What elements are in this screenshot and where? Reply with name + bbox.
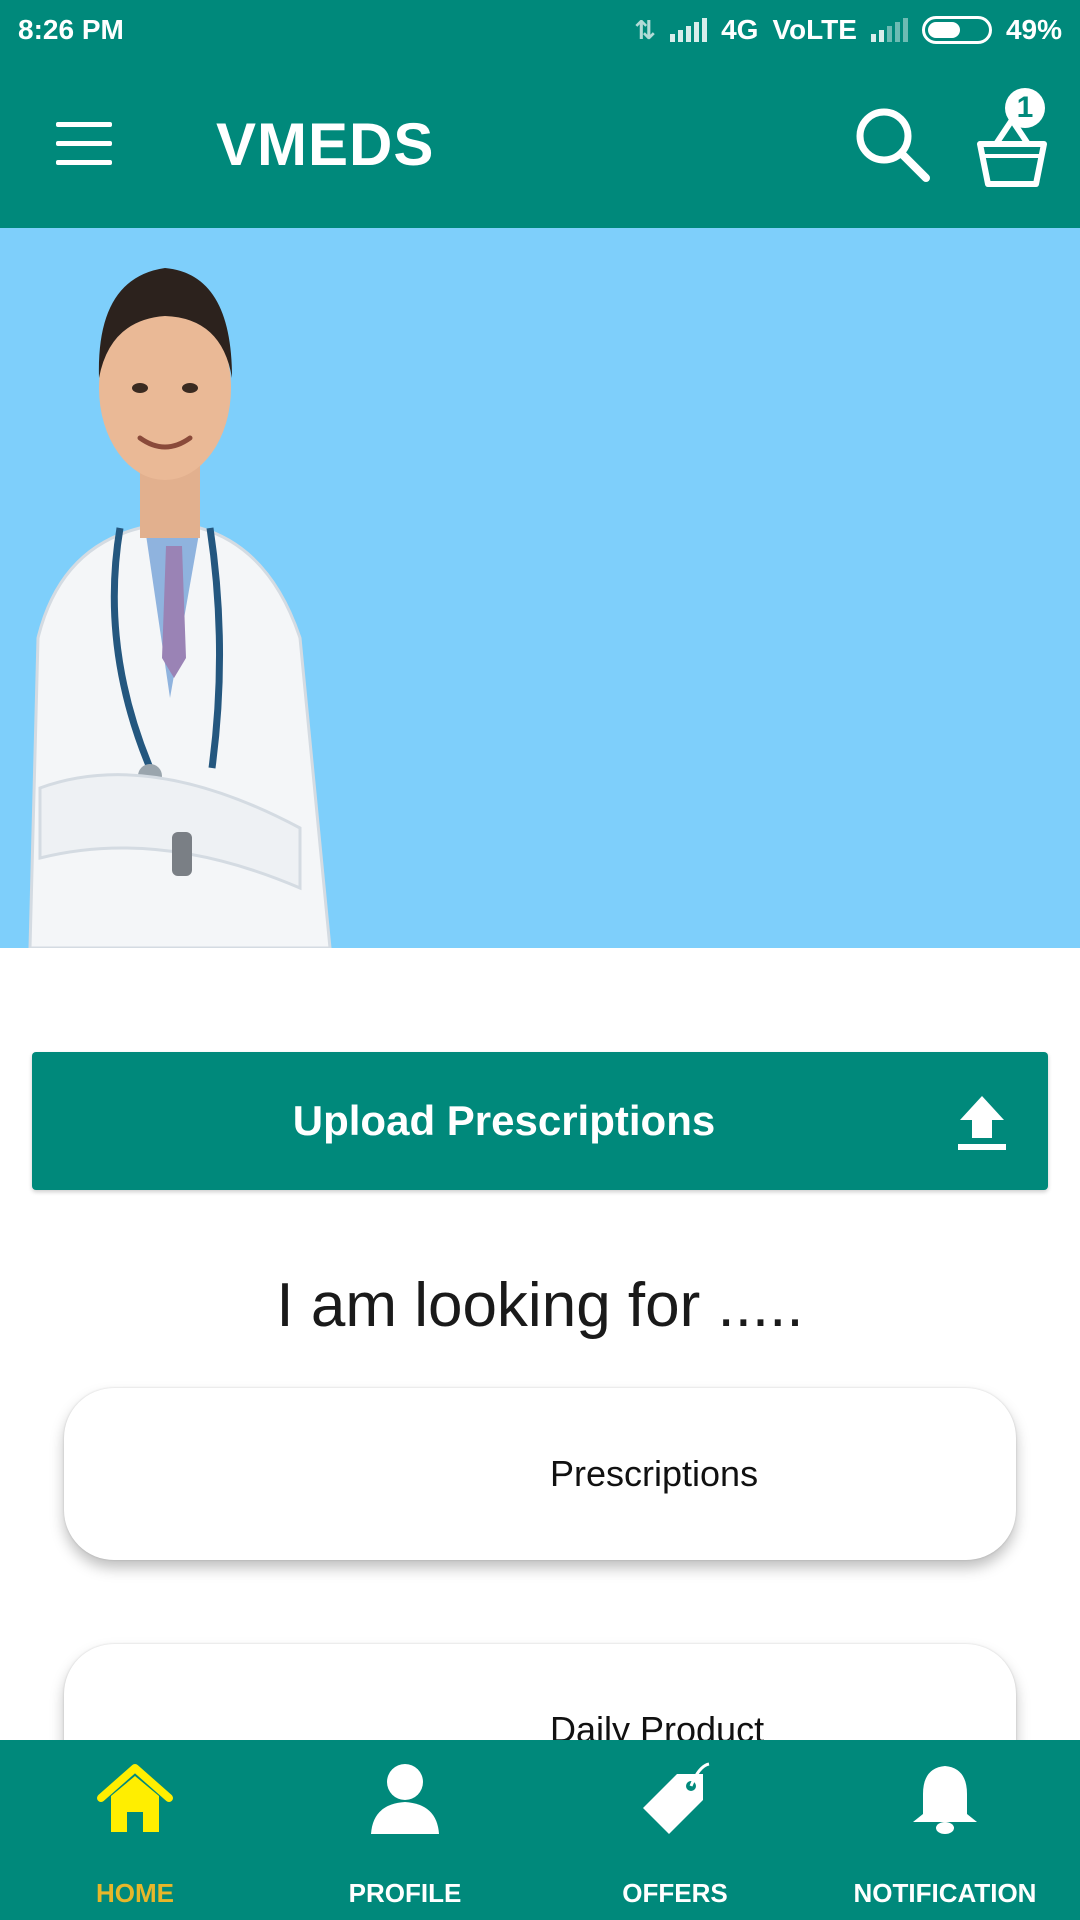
- nav-item-offers[interactable]: OFFERS: [540, 1740, 810, 1920]
- cart-count-badge: 1: [1005, 88, 1045, 128]
- nav-item-profile[interactable]: PROFILE: [270, 1740, 540, 1920]
- person-icon: [371, 1764, 439, 1834]
- volte-indicator: VoLTE: [772, 14, 857, 45]
- looking-for-heading: I am looking for .....: [276, 1271, 804, 1340]
- doctor-banner-image: [0, 228, 1080, 948]
- signal-icon: [670, 18, 708, 42]
- doctor-illustration: [28, 268, 332, 948]
- status-time: 8:26 PM: [18, 14, 124, 45]
- search-icon[interactable]: [852, 104, 932, 184]
- network-type: 4G: [721, 14, 759, 45]
- tag-icon: [643, 1762, 710, 1834]
- bottom-navigation: HOME PROFILE OFFERS NOTIFICATION: [0, 1740, 1080, 1920]
- battery-icon: [921, 16, 992, 44]
- category-label: Prescriptions: [550, 1453, 759, 1494]
- upload-icon: [958, 1096, 1006, 1150]
- category-card-prescriptions[interactable]: Prescriptions: [64, 1388, 1016, 1560]
- app-bar: VMEDS 1: [0, 60, 1080, 228]
- status-bar: 8:26 PM ⇅ 4G VoLTE 49%: [0, 0, 1080, 60]
- signal-icon-secondary: [870, 18, 908, 42]
- bell-icon: [913, 1766, 977, 1834]
- nav-label-profile: PROFILE: [348, 1878, 462, 1908]
- hamburger-menu-icon[interactable]: [56, 122, 112, 166]
- nav-label-offers: OFFERS: [622, 1878, 728, 1908]
- home-icon: [97, 1764, 173, 1832]
- battery-percent: 49%: [1005, 14, 1062, 45]
- nav-label-notification: NOTIFICATION: [853, 1878, 1037, 1908]
- data-activity-icon: ⇅: [634, 14, 657, 45]
- nav-item-notification[interactable]: NOTIFICATION: [810, 1740, 1080, 1920]
- nav-label-home: HOME: [96, 1878, 174, 1908]
- nav-item-home[interactable]: HOME: [0, 1740, 270, 1920]
- status-indicators: ⇅ 4G VoLTE 49%: [634, 14, 1062, 46]
- app-title: VMEDS: [216, 111, 435, 178]
- upload-prescriptions-button[interactable]: Upload Prescriptions: [32, 1052, 1048, 1190]
- upload-prescriptions-label: Upload Prescriptions: [292, 1097, 716, 1144]
